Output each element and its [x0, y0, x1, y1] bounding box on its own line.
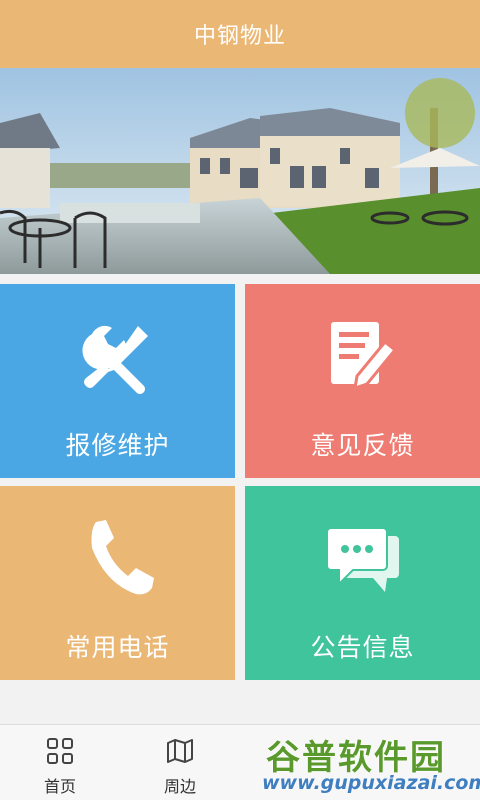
page-title: 中钢物业 [193, 24, 286, 49]
tab-fourth[interactable] [360, 725, 480, 800]
common-phone-tile[interactable]: 常用电话 [0, 486, 235, 680]
tab-third[interactable] [240, 725, 360, 800]
tile-label: 报修维护 [65, 431, 170, 460]
wrench-screwdriver-icon [78, 316, 158, 396]
banner-image[interactable] [0, 68, 480, 274]
tile-label: 常用电话 [65, 633, 170, 662]
repair-maintenance-tile[interactable]: 报修维护 [0, 284, 235, 478]
tab-home[interactable]: 首页 [0, 725, 120, 800]
notice-info-tile[interactable]: 公告信息 [245, 486, 480, 680]
tile-label: 意见反馈 [310, 431, 415, 460]
phone-icon [78, 518, 158, 598]
app-header: 中钢物业 [0, 0, 480, 68]
tab-label: 周边 [163, 777, 196, 796]
chat-bubbles-icon [323, 518, 403, 598]
tab-nearby[interactable]: 周边 [120, 725, 240, 800]
map-icon [167, 739, 193, 763]
feedback-tile[interactable]: 意见反馈 [245, 284, 480, 478]
tile-label: 公告信息 [310, 633, 415, 662]
tab-label: 首页 [43, 777, 76, 796]
document-pen-icon [323, 316, 403, 396]
grid-icon [47, 738, 73, 764]
bottom-tab-bar: 首页 周边 [0, 724, 480, 800]
villa-photo [0, 68, 480, 274]
